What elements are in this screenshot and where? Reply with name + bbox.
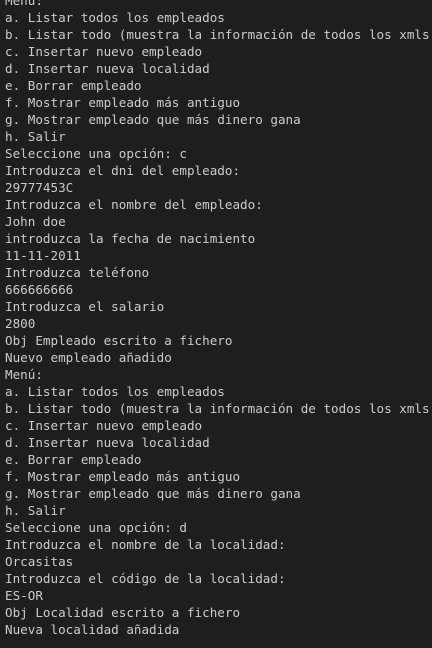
terminal-line: c. Insertar nuevo empleado	[5, 44, 203, 59]
terminal-line: 11-11-2011	[5, 248, 81, 263]
terminal-line: f. Mostrar empleado más antiguo	[5, 95, 241, 110]
terminal-line: ES-OR	[5, 588, 43, 603]
terminal-line: c. Insertar nuevo empleado	[5, 418, 203, 433]
terminal-line: b. Listar todo (muestra la información d…	[5, 401, 432, 416]
terminal-line: b. Listar todo (muestra la información d…	[5, 27, 432, 42]
terminal-line: Introduzca el nombre de la localidad:	[5, 537, 286, 552]
terminal-line: Introduzca el código de la localidad:	[5, 571, 286, 586]
terminal-line: introduzca la fecha de nacimiento	[5, 231, 256, 246]
terminal-line: g. Mostrar empleado que más dinero gana	[5, 486, 301, 501]
terminal-line: Nuevo empleado añadido	[5, 350, 172, 365]
terminal-line: 2800	[5, 316, 36, 331]
terminal-panel[interactable]: Menú: a. Listar todos los empleados b. Lis…	[0, 0, 432, 648]
terminal-line: h. Salir	[5, 129, 66, 144]
terminal-line: Introduzca teléfono	[5, 265, 150, 280]
terminal-output: Menú: a. Listar todos los empleados b. Lis…	[5, 0, 432, 638]
terminal-line: Nueva localidad añadida	[5, 622, 180, 637]
terminal-line: g. Mostrar empleado que más dinero gana	[5, 112, 301, 127]
terminal-line: Introduzca el nombre del empleado:	[5, 197, 263, 212]
terminal-line: Introduzca el salario	[5, 299, 165, 314]
terminal-line: Seleccione una opción: c	[5, 146, 187, 161]
terminal-line: Menú:	[5, 0, 43, 8]
terminal-line: Seleccione una opción: d	[5, 520, 187, 535]
terminal-line: John doe	[5, 214, 66, 229]
terminal-line: Obj Empleado escrito a fichero	[5, 333, 233, 348]
terminal-line: e. Borrar empleado	[5, 78, 142, 93]
terminal-line: Orcasitas	[5, 554, 74, 569]
terminal-line: 666666666	[5, 282, 74, 297]
terminal-line: 29777453C	[5, 180, 74, 195]
terminal-line: Obj Localidad escrito a fichero	[5, 605, 241, 620]
terminal-line: a. Listar todos los empleados	[5, 10, 225, 25]
terminal-line: d. Insertar nueva localidad	[5, 61, 210, 76]
terminal-line: Introduzca el dni del empleado:	[5, 163, 241, 178]
terminal-line: h. Salir	[5, 503, 66, 518]
terminal-line: a. Listar todos los empleados	[5, 384, 225, 399]
terminal-line: d. Insertar nueva localidad	[5, 435, 210, 450]
terminal-line: e. Borrar empleado	[5, 452, 142, 467]
terminal-line: Menú:	[5, 367, 43, 382]
terminal-line: f. Mostrar empleado más antiguo	[5, 469, 241, 484]
